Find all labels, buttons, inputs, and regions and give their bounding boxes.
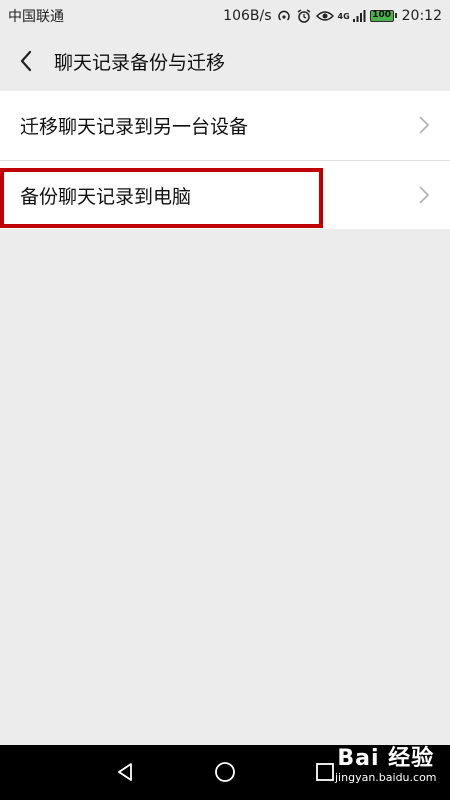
watermark-url: jingyan.baidu.com [335, 771, 437, 784]
back-button[interactable] [2, 32, 50, 90]
carrier-label: 中国联通 [8, 9, 64, 25]
header-bar: 聊天记录备份与迁移 [0, 32, 450, 90]
alarm-icon [296, 8, 312, 24]
square-recents-icon [316, 763, 334, 781]
triangle-back-icon [118, 763, 132, 781]
eye-icon [315, 9, 334, 23]
nav-home-button[interactable] [214, 761, 236, 787]
nav-back-button[interactable] [114, 761, 136, 787]
list-item-label: 备份聊天记录到电脑 [20, 185, 192, 208]
circle-home-icon [215, 762, 235, 782]
network-speed: 106B/s [223, 8, 272, 24]
status-icons: 106B/s 4G 100 20:12 [223, 8, 442, 24]
list-item-label: 迁移聊天记录到另一台设备 [20, 116, 249, 138]
nav-recents-button[interactable] [314, 761, 336, 787]
back-arrow-icon [20, 50, 32, 72]
chevron-right-icon [419, 186, 430, 204]
hotspot-icon [276, 8, 292, 24]
page-title: 聊天记录备份与迁移 [54, 51, 226, 74]
watermark-logo-text: Bai 经验 [337, 746, 435, 771]
clock-time: 20:12 [401, 8, 442, 24]
settings-list: 迁移聊天记录到另一台设备 备份聊天记录到电脑 [0, 91, 450, 229]
status-bar: 中国联通 106B/s 4G 100 20:12 [0, 0, 450, 32]
network-type: 4G [337, 11, 350, 21]
list-item-migrate[interactable]: 迁移聊天记录到另一台设备 [0, 91, 450, 160]
battery-icon: 100 [369, 10, 397, 22]
chevron-right-icon [419, 116, 430, 134]
signal-icon [352, 9, 366, 23]
baidu-jingyan-watermark: Bai 经验 jingyan.baidu.com [335, 746, 437, 784]
list-item-backup-to-pc[interactable]: 备份聊天记录到电脑 [0, 160, 450, 229]
